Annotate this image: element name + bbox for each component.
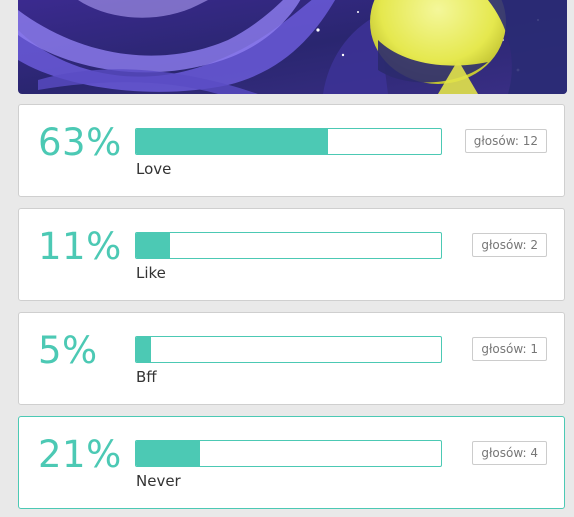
poll-option-like[interactable]: 11% Like głosów: 2 [18, 208, 565, 301]
votes-count-badge: głosów: 4 [472, 441, 547, 465]
progress-bar-fill [136, 129, 329, 154]
votes-count-badge: głosów: 12 [464, 129, 547, 153]
option-label: Like [136, 264, 166, 282]
votes-count-badge: głosów: 2 [472, 233, 547, 257]
progress-bar [135, 440, 442, 467]
option-label: Bff [136, 368, 157, 386]
votes-count-badge: głosów: 1 [472, 337, 547, 361]
poll-option-bff[interactable]: 5% Bff głosów: 1 [18, 312, 565, 405]
progress-bar [135, 128, 442, 155]
option-label: Love [136, 160, 172, 178]
poll-option-love[interactable]: 63% Love głosów: 12 [18, 104, 565, 197]
banner-image [18, 0, 567, 94]
progress-bar-fill [136, 441, 201, 466]
progress-bar [135, 232, 442, 259]
percent-value: 5% [38, 329, 98, 372]
progress-bar-fill [136, 233, 170, 258]
progress-bar [135, 336, 442, 363]
percent-value: 11% [38, 225, 122, 268]
option-label: Never [136, 472, 181, 490]
percent-value: 63% [38, 121, 122, 164]
poll-option-never[interactable]: 21% Never głosów: 4 [18, 416, 565, 509]
percent-value: 21% [38, 433, 122, 476]
progress-bar-fill [136, 337, 152, 362]
